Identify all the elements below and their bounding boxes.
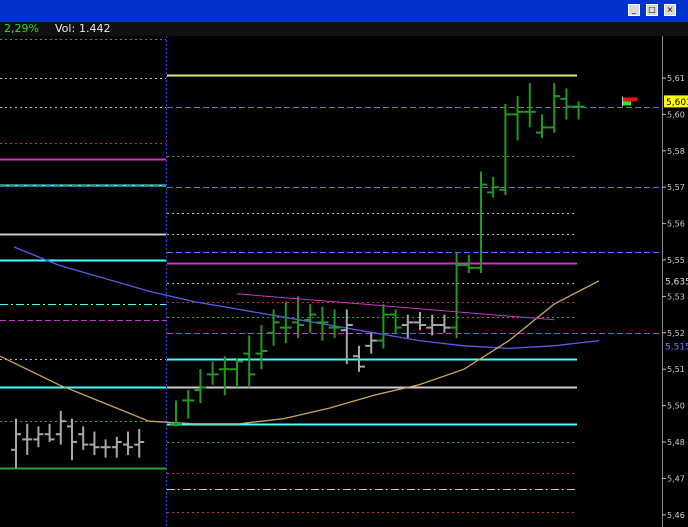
flag-green xyxy=(623,101,631,106)
minimize-button[interactable]: _ xyxy=(628,4,640,16)
ohlc-bar xyxy=(44,423,55,442)
axis-tick-label: 5,57 xyxy=(667,183,685,192)
ohlc-bar xyxy=(218,356,231,396)
ohlc-bar xyxy=(389,309,402,333)
ohlc-bar xyxy=(134,429,145,458)
ohlc-bar xyxy=(55,410,66,445)
axis-tick-label: 5,55 xyxy=(667,256,685,265)
ohlc-bar xyxy=(78,426,89,450)
ohlc-bar xyxy=(111,436,122,458)
ohlc-bar xyxy=(523,83,536,128)
axis-tick-label: 5,50 xyxy=(667,402,685,411)
ohlc-bar xyxy=(100,439,111,458)
ohlc-bar xyxy=(22,423,33,455)
current-price-label: 5,601 xyxy=(666,98,688,108)
ohlc-bar xyxy=(243,335,256,388)
price-chart[interactable] xyxy=(0,36,662,527)
moving-average-tan xyxy=(0,280,600,425)
ohlc-bar xyxy=(194,369,207,403)
ohlc-bar xyxy=(536,114,548,138)
ohlc-bar xyxy=(414,312,426,331)
ohlc-bar xyxy=(33,426,44,448)
ohlc-bar xyxy=(279,301,292,344)
ohlc-bar xyxy=(450,252,463,338)
axis-tick-label: 5,58 xyxy=(667,147,685,156)
ohlc-bar xyxy=(365,332,378,354)
ohlc-bar xyxy=(182,390,195,419)
ohlc-bar xyxy=(11,418,21,468)
flag-red xyxy=(623,97,637,102)
axis-tick-label: 5,56 xyxy=(667,220,685,229)
ohlc-bar xyxy=(487,176,500,198)
price-flag-icon xyxy=(622,96,637,107)
axis-tick-label: 5,52 xyxy=(667,329,685,338)
window-titlebar: _ □ × xyxy=(0,0,688,22)
axis-tick-label: 5,51 xyxy=(667,365,685,374)
volume-label: Vol: xyxy=(55,22,76,35)
price-axis: 5,61 5,60 5,58 5,57 5,56 5,55 5,53 5,52 5,51 5,50… xyxy=(662,36,688,527)
ohlc-bar xyxy=(572,101,585,120)
axis-tick-label: 5,61 xyxy=(667,74,685,83)
ohlc-bar xyxy=(511,96,524,141)
ohlc-bar xyxy=(67,418,77,461)
axis-tick-label: 5,48 xyxy=(667,438,685,447)
price-label: 5,515 xyxy=(665,342,688,352)
ohlc-bar xyxy=(499,104,512,195)
change-percent: 2,29% xyxy=(4,22,39,35)
ohlc-bar xyxy=(304,304,317,333)
ohlc-bar xyxy=(475,171,487,273)
volume-value: 1.442 xyxy=(79,22,111,35)
close-button[interactable]: × xyxy=(664,4,676,16)
ohlc-bar xyxy=(560,88,573,120)
restore-button[interactable]: □ xyxy=(646,4,658,16)
info-bar: 2,29% Vol: 1.442 xyxy=(0,22,688,36)
ohlc-bar xyxy=(231,358,243,388)
axis-tick-label: 5,60 xyxy=(667,110,685,119)
ohlc-bar xyxy=(89,431,100,455)
ohlc-bar xyxy=(377,304,390,349)
axis-tick-label: 5,53 xyxy=(667,292,685,301)
ohlc-bar xyxy=(123,431,133,455)
price-label: 5,635 xyxy=(665,277,688,287)
ohlc-bar xyxy=(401,314,414,338)
ohlc-bar xyxy=(255,325,268,370)
axis-tick-label: 5,46 xyxy=(667,511,685,520)
axis-tick-label: 5,47 xyxy=(667,474,685,483)
ohlc-bar xyxy=(206,361,219,385)
